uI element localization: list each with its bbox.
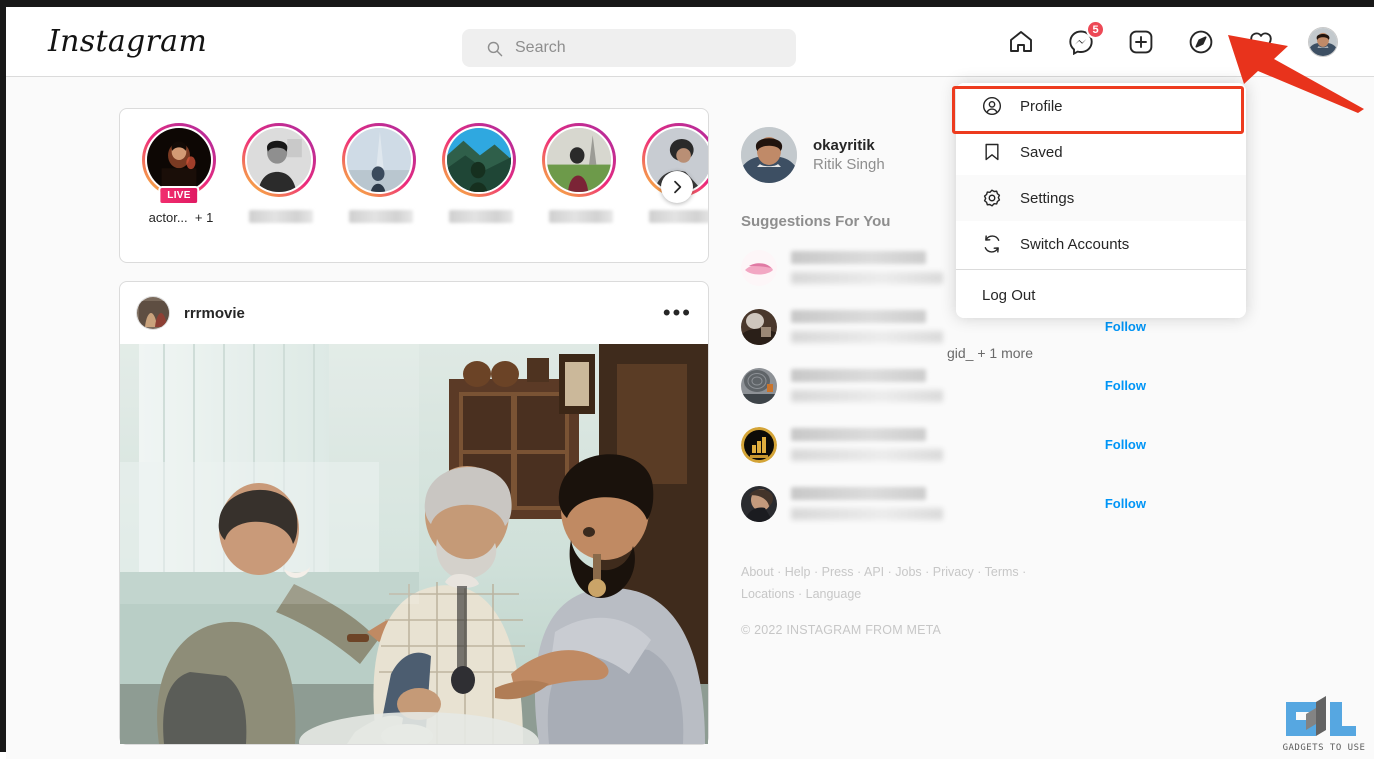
suggestion-avatar[interactable]: [741, 249, 777, 286]
create-icon[interactable]: [1128, 29, 1154, 55]
post-author-username[interactable]: rrrmovie: [184, 305, 245, 322]
suggestion-avatar[interactable]: [741, 308, 777, 345]
story-item[interactable]: LIVE actor... + 1: [142, 123, 220, 225]
footer-links: About · Help · Press · API · Jobs · Priv…: [741, 565, 1027, 601]
bookmark-icon: [985, 143, 999, 161]
footer-link-press[interactable]: Press: [822, 565, 854, 579]
chevron-right-icon: [674, 180, 682, 194]
follow-button[interactable]: Follow: [1105, 437, 1146, 452]
story-label-blurred: [449, 210, 513, 223]
current-fullname: Ritik Singh: [813, 156, 885, 173]
screenshot-viewport: Instagram Search 5 LIVE actor... + 1 rrr…: [0, 0, 1396, 759]
story-thumb: [445, 126, 513, 194]
follow-button[interactable]: Follow: [1105, 378, 1146, 393]
suggestion-row[interactable]: Follow: [741, 474, 1161, 533]
stories-next-button[interactable]: [661, 171, 693, 203]
instagram-page: Instagram Search 5 LIVE actor... + 1 rrr…: [6, 7, 1374, 759]
menu-item-switch-accounts[interactable]: Switch Accounts: [956, 221, 1246, 267]
story-thumb: [545, 126, 613, 194]
current-user-avatar[interactable]: [741, 127, 797, 183]
story-item[interactable]: [542, 123, 620, 225]
stories-track: LIVE actor... + 1: [120, 123, 708, 225]
suggestion-avatar[interactable]: [741, 485, 777, 522]
instagram-logo[interactable]: Instagram: [48, 24, 207, 59]
menu-label-profile: Profile: [1020, 97, 1063, 115]
footer-link-locations[interactable]: Locations: [741, 587, 795, 601]
suggestion-avatar[interactable]: [741, 426, 777, 463]
story-label-blurred: [249, 210, 313, 223]
story-ring: [442, 123, 516, 197]
menu-divider: [956, 269, 1246, 270]
suggestion-row[interactable]: Follow: [741, 356, 1161, 415]
footer-link-terms[interactable]: Terms: [985, 565, 1019, 579]
story-label-blurred: [549, 210, 613, 223]
story-ring: [242, 123, 316, 197]
menu-item-settings[interactable]: Settings: [956, 175, 1246, 221]
home-icon[interactable]: [1008, 29, 1034, 55]
switch-accounts-icon: [984, 235, 1000, 253]
footer-link-about[interactable]: About: [741, 565, 774, 579]
follow-button[interactable]: Follow: [1105, 496, 1146, 511]
feed-post: rrrmovie •••: [119, 281, 709, 745]
watermark-text: GADGETS TO USE: [1282, 743, 1366, 753]
search-icon: [487, 41, 503, 56]
menu-item-profile[interactable]: Profile: [956, 83, 1246, 129]
footer-copyright: © 2022 INSTAGRAM FROM META: [741, 623, 942, 637]
suggestion-name-blurred: [791, 487, 1105, 520]
post-image[interactable]: [120, 344, 708, 744]
story-ring: LIVE: [142, 123, 216, 205]
menu-label-switch-accounts: Switch Accounts: [1020, 235, 1130, 253]
messenger-icon[interactable]: 5: [1068, 20, 1105, 55]
messenger-badge: 5: [1086, 20, 1105, 39]
user-circle-icon: [982, 96, 1002, 116]
footer-link-privacy[interactable]: Privacy: [933, 565, 974, 579]
window-chrome-top: [0, 0, 1374, 7]
story-label: actor... + 1: [148, 210, 214, 225]
menu-item-saved[interactable]: Saved: [956, 129, 1246, 175]
stories-tray: LIVE actor... + 1: [119, 108, 709, 263]
gear-icon: [983, 189, 1001, 207]
story-thumb: [245, 126, 313, 194]
story-label-blurred: [649, 210, 708, 223]
suggestion-avatar[interactable]: [741, 367, 777, 404]
post-header: rrrmovie •••: [120, 282, 708, 344]
explore-icon[interactable]: [1188, 29, 1214, 55]
footer-link-language[interactable]: Language: [806, 587, 862, 601]
red-arrow-annotation: [1228, 35, 1364, 113]
menu-label-logout: Log Out: [982, 286, 1036, 304]
search-placeholder: Search: [515, 39, 566, 56]
story-item[interactable]: [342, 123, 420, 225]
post-author-avatar[interactable]: [136, 296, 170, 330]
menu-label-settings: Settings: [1020, 189, 1075, 207]
story-item[interactable]: [242, 123, 320, 225]
gadgets-to-use-logo: [1286, 696, 1356, 736]
story-label-blurred: [349, 210, 413, 223]
search-input[interactable]: Search: [462, 29, 796, 67]
watermark: GADGETS TO USE: [1282, 696, 1366, 753]
feed-column: LIVE actor... + 1 rrrmovie •••: [119, 108, 709, 745]
gid-more-note: gid_ + 1 more: [947, 345, 1033, 361]
post-more-options-button[interactable]: •••: [663, 302, 692, 324]
sidebar-footer: About · Help · Press · API · Jobs · Priv…: [741, 561, 1161, 637]
story-ring: [542, 123, 616, 197]
story-ring: [342, 123, 416, 197]
footer-link-help[interactable]: Help: [785, 565, 811, 579]
suggestion-name-blurred: [791, 428, 1105, 461]
footer-link-api[interactable]: API: [864, 565, 884, 579]
suggestion-name-blurred: [791, 369, 1105, 402]
current-username[interactable]: okayritik: [813, 137, 885, 154]
menu-item-logout[interactable]: Log Out: [956, 272, 1246, 318]
story-item[interactable]: [442, 123, 520, 225]
story-thumb: [145, 126, 213, 194]
top-navbar: Instagram Search 5: [6, 7, 1374, 77]
profile-dropdown-menu: Profile Saved Settings Switch Accounts L…: [956, 83, 1246, 318]
follow-button[interactable]: Follow: [1105, 319, 1146, 334]
story-thumb: [345, 126, 413, 194]
current-user-text: okayritik Ritik Singh: [813, 137, 885, 173]
live-badge: LIVE: [158, 186, 200, 205]
menu-label-saved: Saved: [1020, 143, 1063, 161]
suggestion-row[interactable]: Follow: [741, 415, 1161, 474]
footer-link-jobs[interactable]: Jobs: [895, 565, 921, 579]
